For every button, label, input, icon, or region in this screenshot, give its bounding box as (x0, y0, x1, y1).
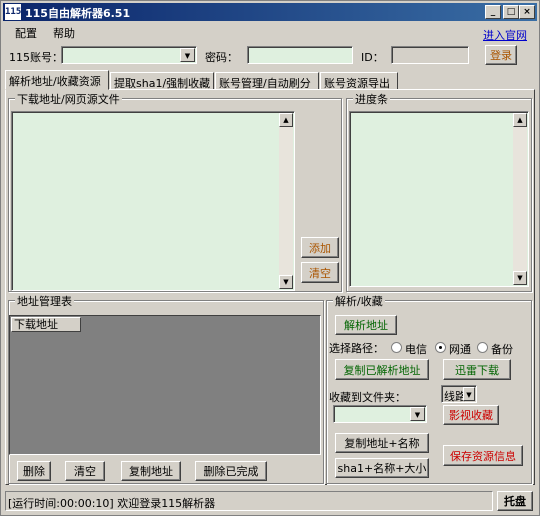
copy-address-button[interactable]: 复制地址 (121, 461, 181, 481)
route-label-telecom: 电信 (405, 343, 427, 356)
scroll-up-icon[interactable]: ▲ (513, 113, 527, 127)
window-title: 115自由解析器6.51 (25, 7, 131, 20)
progress-textarea[interactable]: ▲ ▼ (349, 111, 529, 287)
tab-account-manage[interactable]: 账号管理/自动刷分 (215, 72, 319, 90)
copy-parsed-address-button[interactable]: 复制已解析地址 (335, 359, 429, 380)
scroll-down-icon[interactable]: ▼ (513, 271, 527, 285)
title-bar[interactable]: 115 115自由解析器6.51 _ □ × (3, 3, 537, 21)
progress-scrollbar[interactable]: ▲ ▼ (513, 113, 527, 285)
scroll-up-icon[interactable]: ▲ (279, 113, 293, 127)
route-radio-telecom[interactable] (391, 342, 402, 353)
menu-config[interactable]: 配置 (15, 25, 37, 41)
chevron-down-icon[interactable]: ▼ (410, 407, 425, 421)
route-label-netcom: 网通 (449, 343, 471, 356)
id-field[interactable] (391, 46, 469, 64)
tab-page: 下载地址/网页源文件 ▲ ▼ 添加 清空 进度条 ▲ ▼ 地址管理表 下载地址 … (5, 89, 535, 485)
password-label: 密码： (205, 51, 238, 64)
chevron-down-icon[interactable]: ▼ (463, 387, 475, 401)
account-combo[interactable]: ▼ (61, 46, 197, 64)
tab-sha1-force[interactable]: 提取sha1/强制收藏 (110, 72, 214, 90)
chevron-down-icon[interactable]: ▼ (180, 48, 195, 62)
progress-group: 进度条 ▲ ▼ (346, 91, 532, 292)
download-group: 下载地址/网页源文件 ▲ ▼ 添加 清空 (8, 91, 342, 292)
maximize-button[interactable]: □ (503, 5, 519, 19)
copy-address-name-button[interactable]: 复制地址+名称 (335, 433, 429, 453)
tab-parse-collect[interactable]: 解析地址/收藏资源 (5, 70, 109, 90)
main-window: 115 115自由解析器6.51 _ □ × 配置 帮助 进入官网 115账号：… (0, 0, 540, 516)
parse-address-button[interactable]: 解析地址 (335, 315, 397, 335)
account-label: 115账号： (9, 51, 63, 64)
download-url-column-header[interactable]: 下载地址 (11, 317, 81, 332)
close-button[interactable]: × (519, 5, 535, 19)
folder-label: 收藏到文件夹： (329, 391, 406, 404)
thunder-download-button[interactable]: 迅雷下载 (443, 359, 511, 380)
delete-completed-button[interactable]: 删除已完成 (195, 461, 267, 481)
menu-help[interactable]: 帮助 (53, 25, 75, 41)
app-icon: 115 (5, 4, 21, 20)
route-label-backup: 备份 (491, 343, 513, 356)
login-button[interactable]: 登录 (485, 45, 517, 65)
tab-resource-export[interactable]: 账号资源导出 (320, 72, 398, 90)
parse-collect-title: 解析/收藏 (333, 293, 385, 309)
id-label: ID： (361, 51, 384, 64)
menu-bar: 配置 帮助 进入官网 (3, 23, 537, 43)
official-website-link[interactable]: 进入官网 (483, 27, 527, 43)
address-manager-group: 地址管理表 下载地址 删除 清空 复制地址 删除已完成 (8, 293, 324, 484)
add-button[interactable]: 添加 (301, 237, 339, 258)
tray-button[interactable]: 托盘 (497, 491, 533, 511)
password-field[interactable] (247, 46, 353, 64)
download-url-textarea[interactable]: ▲ ▼ (11, 111, 295, 291)
sha1-name-size-button[interactable]: sha1+名称+大小 (335, 458, 429, 478)
line-select[interactable]: 线路1 ▼ (441, 385, 477, 403)
minimize-button[interactable]: _ (485, 5, 501, 19)
address-manager-title: 地址管理表 (15, 293, 74, 309)
video-collect-button[interactable]: 影视收藏 (443, 405, 499, 425)
download-group-title: 下载地址/网页源文件 (15, 91, 122, 107)
route-label: 选择路径： (329, 342, 384, 355)
download-scrollbar[interactable]: ▲ ▼ (279, 113, 293, 289)
route-radio-backup[interactable] (477, 342, 488, 353)
folder-combo[interactable]: ▼ (333, 405, 427, 423)
status-bar: [运行时间:00:00:10] 欢迎登录115解析器 (5, 491, 493, 511)
progress-group-title: 进度条 (353, 91, 390, 107)
clear-download-button[interactable]: 清空 (301, 262, 339, 283)
delete-button[interactable]: 删除 (17, 461, 51, 481)
scroll-down-icon[interactable]: ▼ (279, 275, 293, 289)
route-radio-netcom[interactable] (435, 342, 446, 353)
address-list[interactable]: 下载地址 (9, 315, 321, 455)
status-text: [运行时间:00:00:10] 欢迎登录115解析器 (8, 497, 216, 510)
clear-list-button[interactable]: 清空 (65, 461, 105, 481)
parse-collect-group: 解析/收藏 解析地址 选择路径： 电信 网通 备份 复制已解析地址 迅雷下载 收… (326, 293, 532, 484)
save-resource-info-button[interactable]: 保存资源信息 (443, 445, 523, 466)
